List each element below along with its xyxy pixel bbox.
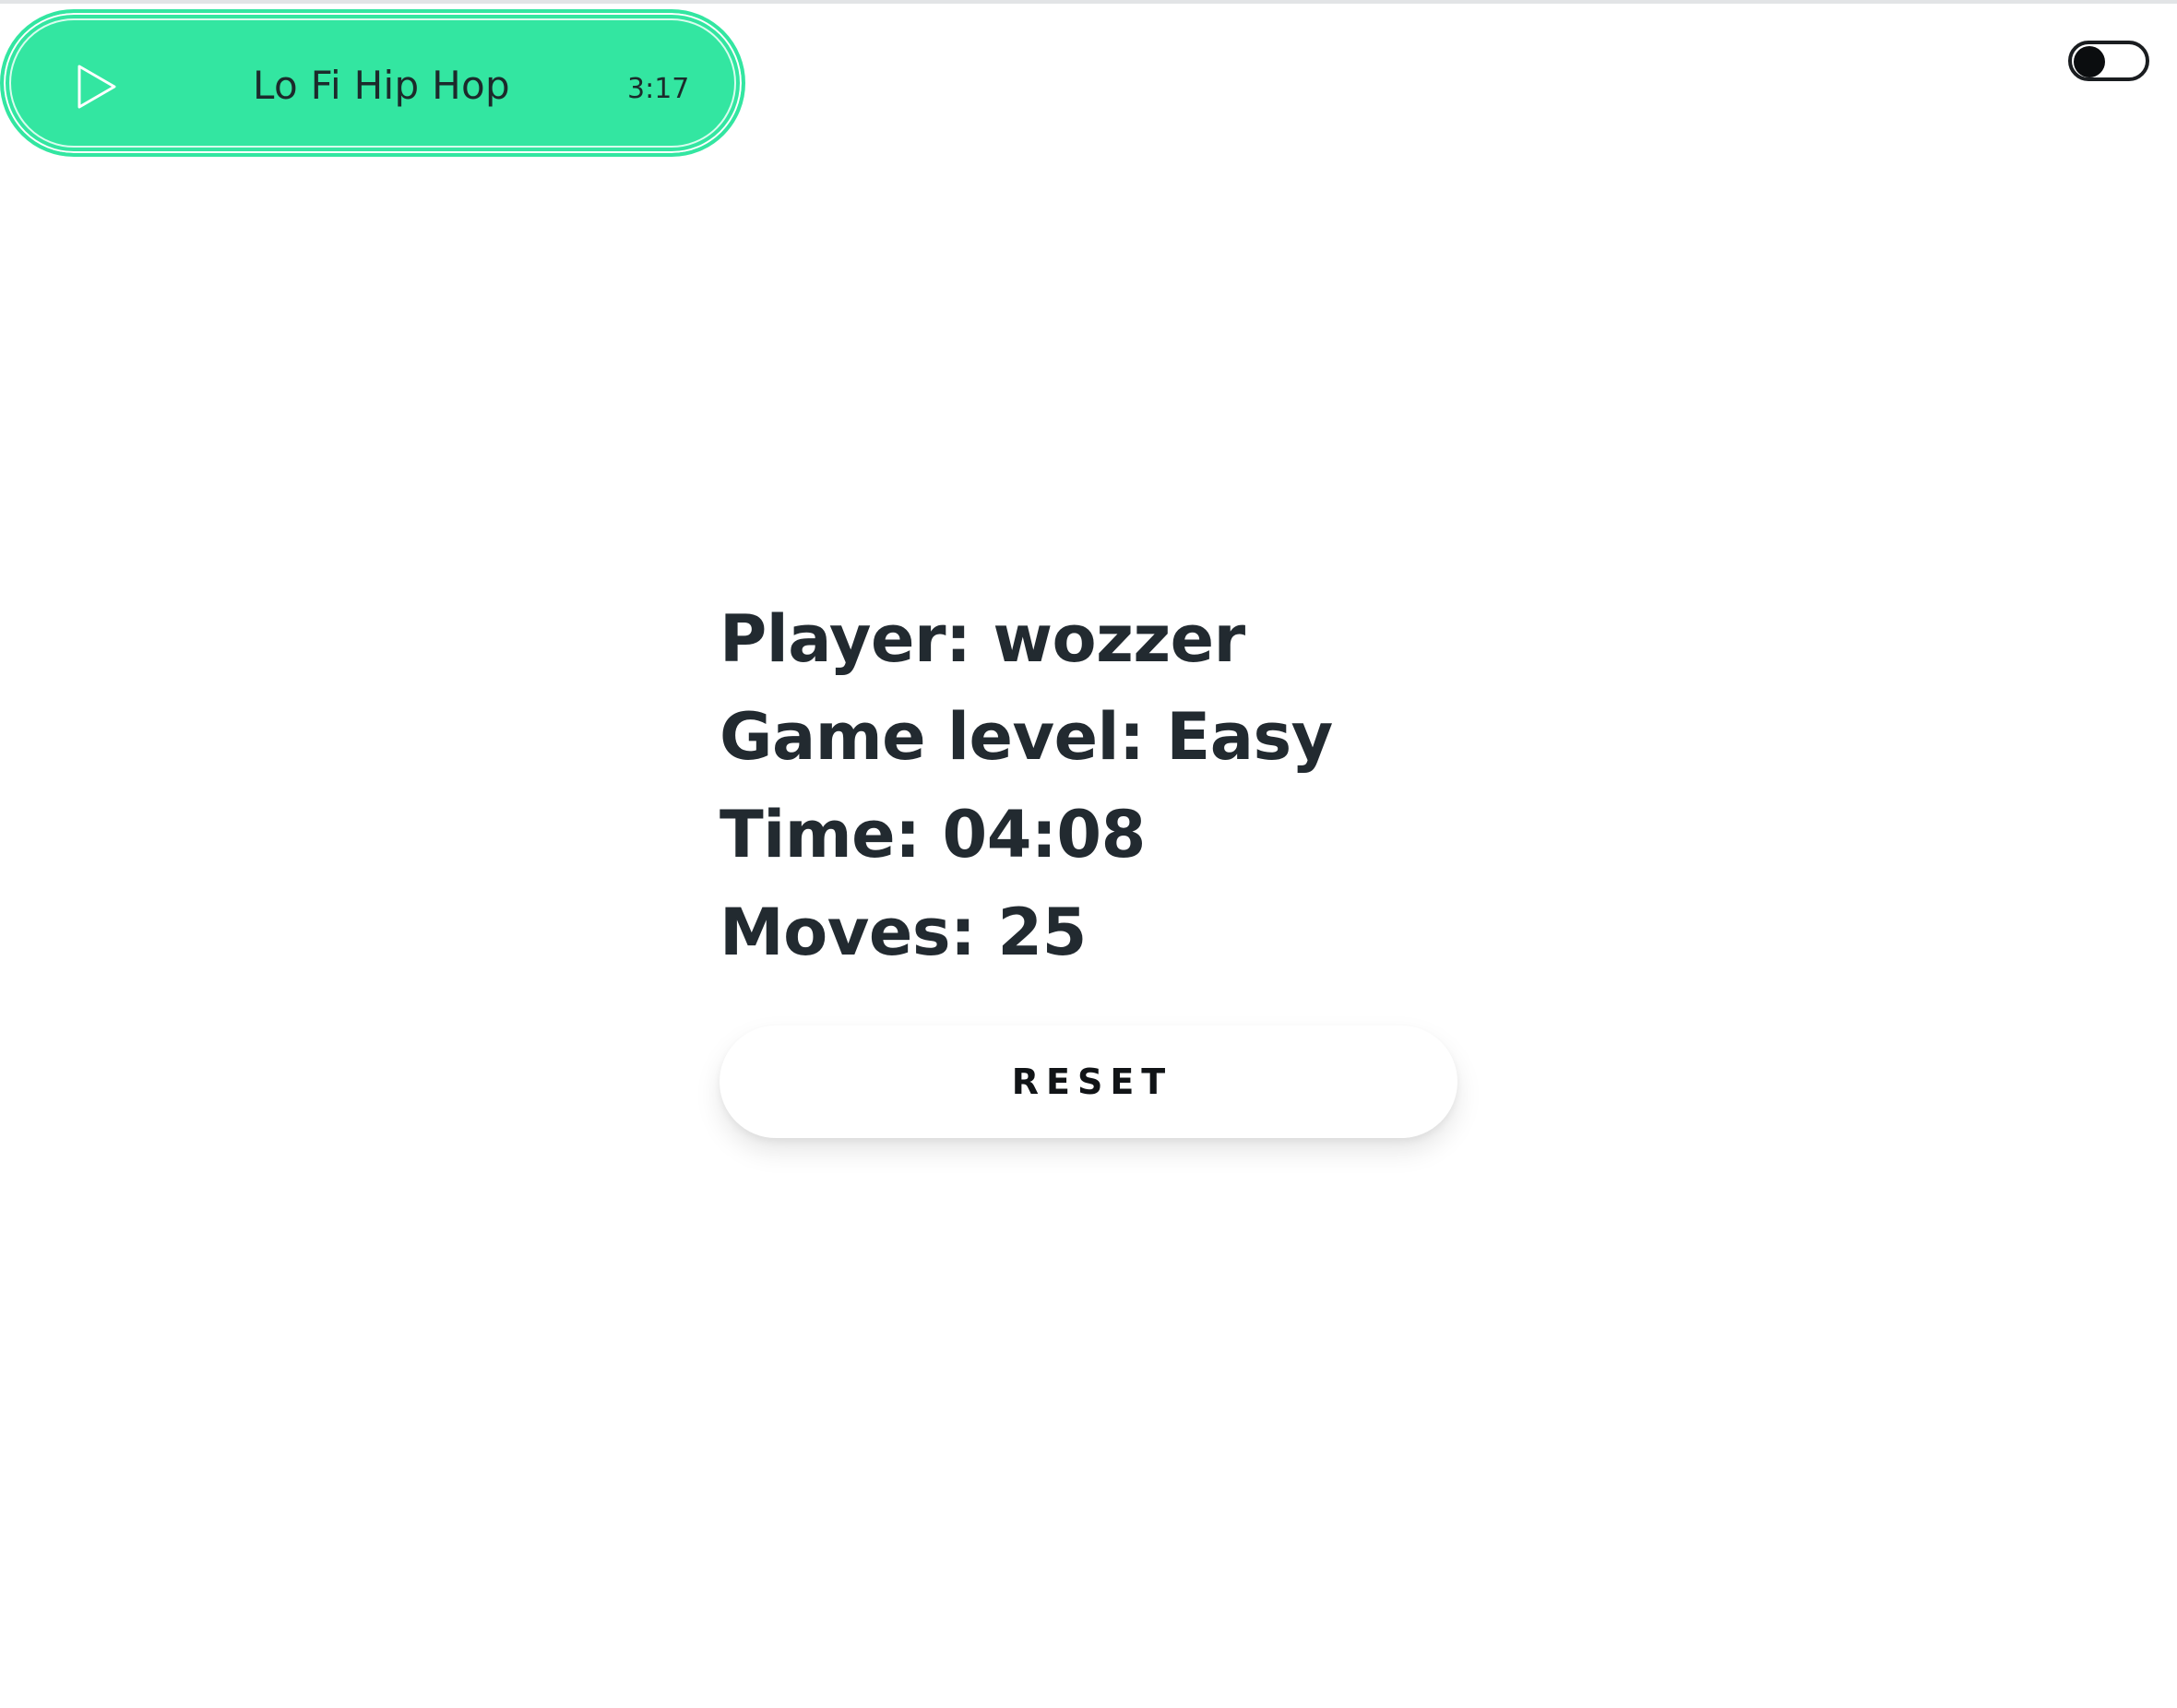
play-button[interactable] <box>70 61 122 113</box>
reset-button-label: RESET <box>1011 1062 1173 1102</box>
game-stats: Player: wozzer Game level: Easy Time: 04… <box>720 590 1550 981</box>
top-divider <box>0 0 2177 4</box>
game-level: Game level: Easy <box>720 699 1333 775</box>
theme-toggle[interactable] <box>2068 41 2149 81</box>
move-count: Moves: 25 <box>720 895 1087 970</box>
music-player: Lo Fi Hip Hop 3:17 <box>0 9 745 157</box>
play-icon <box>77 65 116 109</box>
toggle-knob <box>2074 46 2105 77</box>
reset-button[interactable]: RESET <box>720 1026 1457 1138</box>
elapsed-time: Time: 04:08 <box>720 797 1146 872</box>
track-duration: 3:17 <box>627 73 690 105</box>
track-title: Lo Fi Hip Hop <box>253 63 510 108</box>
player-name: Player: wozzer <box>720 601 1245 677</box>
